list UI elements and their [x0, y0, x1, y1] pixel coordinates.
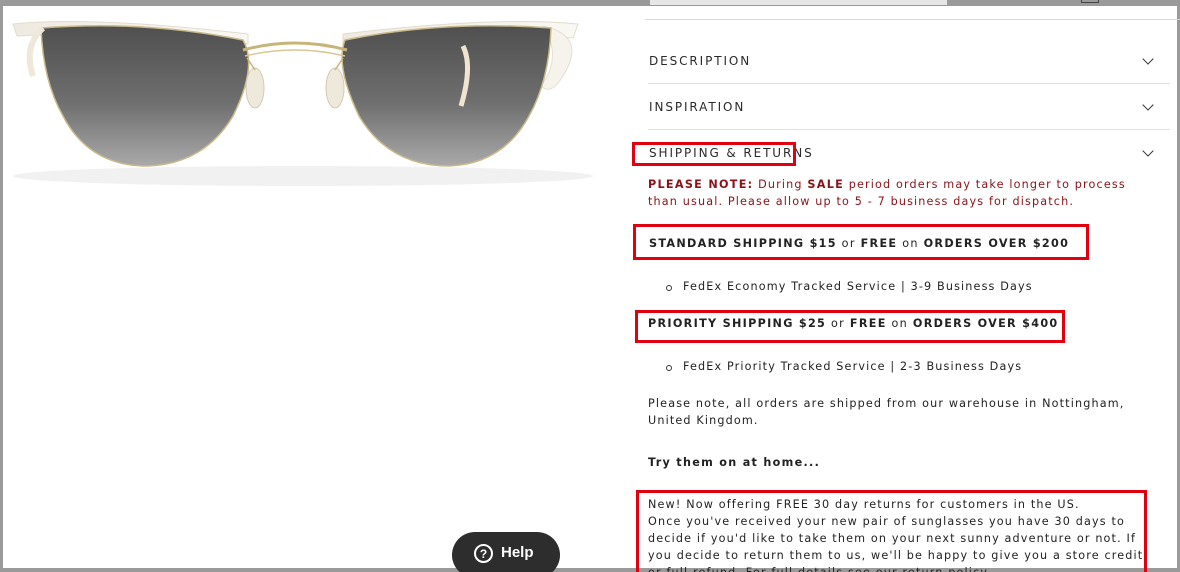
warehouse-note: Please note, all orders are shipped from… [648, 397, 1125, 427]
help-button[interactable]: ? Help [452, 532, 560, 572]
shipping-content: PLEASE NOTE: During SALE period orders m… [648, 172, 1144, 572]
chevron-down-icon[interactable] [1142, 100, 1156, 114]
standard-shipping-heading: STANDARD SHIPPING $15 or FREE on ORDERS … [648, 235, 1144, 252]
priority-service-list: FedEx Priority Tracked Service | 2-3 Bus… [648, 358, 1144, 375]
notice-text: During [753, 178, 808, 191]
standard-service-list: FedEx Economy Tracked Service | 3-9 Busi… [648, 278, 1144, 295]
notice-sale: SALE [807, 178, 845, 191]
priority-shipping-price: PRIORITY SHIPPING $25 [648, 317, 827, 330]
list-item: FedEx Priority Tracked Service | 2-3 Bus… [666, 358, 1144, 375]
try-at-home-heading: Try them on at home... [648, 456, 821, 469]
accordion-title-description: DESCRIPTION [649, 53, 752, 68]
accordion-description[interactable]: DESCRIPTION [648, 38, 1170, 84]
free-label: FREE [849, 317, 887, 330]
header-divider [645, 19, 1180, 20]
chevron-down-icon[interactable] [1142, 54, 1156, 68]
returns-details: Once you've received your new pair of su… [648, 515, 1144, 572]
order-threshold: ORDERS OVER $400 [912, 317, 1059, 330]
checkbox-icon[interactable] [1081, 0, 1099, 3]
help-label: Help [501, 544, 534, 561]
accordion-header-description[interactable]: DESCRIPTION [648, 38, 1170, 84]
accordion-title-inspiration: INSPIRATION [649, 99, 746, 114]
free-label: FREE [860, 237, 898, 250]
priority-shipping-heading: PRIORITY SHIPPING $25 or FREE on ORDERS … [648, 315, 1144, 332]
list-item: FedEx Economy Tracked Service | 3-9 Busi… [666, 278, 1144, 295]
returns-intro: New! Now offering FREE 30 day returns fo… [648, 498, 1080, 511]
sale-notice: PLEASE NOTE: During SALE period orders m… [648, 176, 1144, 210]
notice-label: PLEASE NOTE: [648, 178, 754, 191]
connector-text: on [886, 317, 913, 330]
standard-shipping-price: STANDARD SHIPPING $15 [649, 237, 837, 250]
product-image-sunglasses [3, 6, 603, 246]
connector-text: on [897, 237, 924, 250]
top-search-bar[interactable] [650, 0, 947, 5]
question-circle-icon: ? [474, 544, 493, 563]
accordion-header-inspiration[interactable]: INSPIRATION [648, 84, 1170, 130]
accordion-title-shipping: SHIPPING & RETURNS [649, 146, 814, 160]
order-threshold: ORDERS OVER $200 [923, 237, 1070, 250]
accordion-inspiration[interactable]: INSPIRATION [648, 84, 1170, 130]
connector-text: or [826, 317, 850, 330]
chevron-down-icon[interactable] [1142, 146, 1156, 160]
connector-text: or [836, 237, 861, 250]
accordion-header-shipping[interactable]: SHIPPING & RETURNS [648, 130, 1170, 176]
